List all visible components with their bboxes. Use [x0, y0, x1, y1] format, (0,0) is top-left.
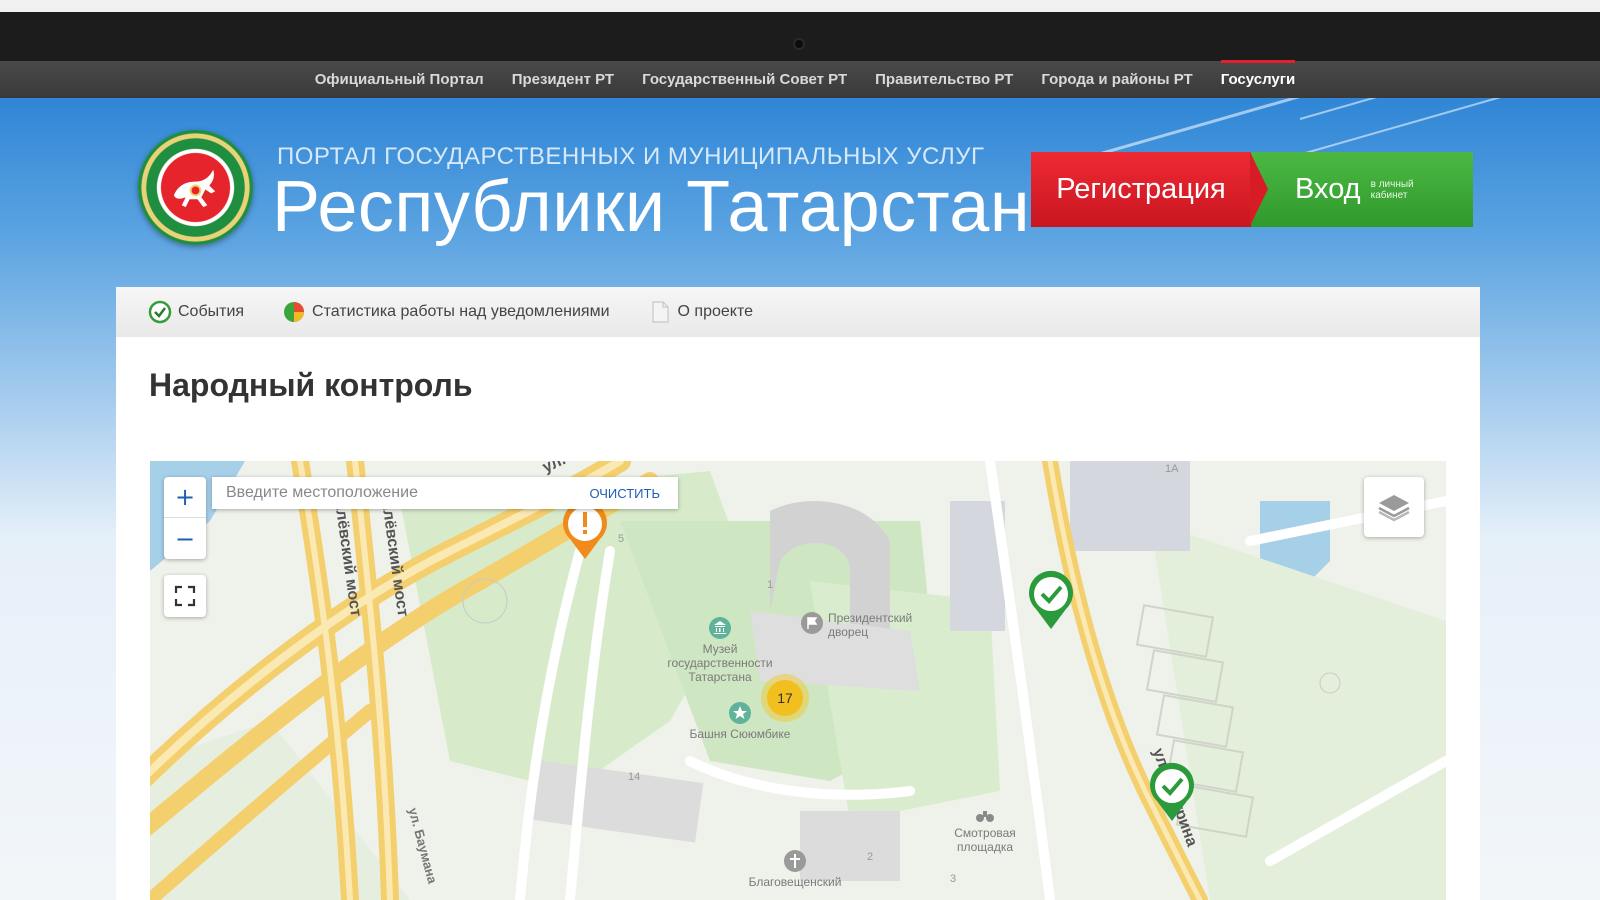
auth-buttons: Регистрация Вход в личный кабинет	[1031, 152, 1473, 227]
nav-cities-districts[interactable]: Города и районы РТ	[1041, 71, 1192, 88]
museum-icon	[709, 617, 731, 639]
binoculars-icon	[976, 811, 994, 822]
snow-leopard-icon	[173, 169, 216, 208]
building-number: 2	[867, 851, 874, 863]
nav-gosuslugi[interactable]: Госуслуги	[1220, 60, 1295, 88]
location-search-input[interactable]	[212, 484, 572, 502]
layers-icon	[1378, 495, 1410, 522]
top-navigation: Официальный Портал Президент РТ Государс…	[0, 60, 1600, 98]
login-label: Вход	[1295, 173, 1361, 205]
decorative-streak	[1299, 98, 1600, 120]
building-number: 1	[767, 579, 774, 591]
page-title: Народный контроль	[149, 367, 473, 403]
nav-official-portal[interactable]: Официальный Портал	[315, 71, 484, 88]
login-sublabel: в личный кабинет	[1370, 178, 1414, 201]
fullscreen-icon	[174, 585, 196, 607]
tatarstan-emblem-logo[interactable]	[138, 130, 253, 245]
poi-viewpoint-label: Смотровая площадка	[940, 806, 1030, 854]
map-view[interactable]: Музей государственности Татарстана Прези…	[150, 461, 1446, 900]
tab-events-label: События	[178, 303, 245, 320]
building-number: 1А	[1165, 463, 1179, 475]
nav-state-council[interactable]: Государственный Совет РТ	[642, 71, 847, 88]
nav-president[interactable]: Президент РТ	[512, 71, 614, 88]
poi-church-text: Благовещенский	[748, 875, 842, 889]
flag-icon	[801, 612, 823, 634]
pie-chart-icon	[284, 302, 305, 322]
tab-statistics-label: Статистика работы над уведомлениями	[312, 303, 610, 320]
poi-tower-text: Башня Сююмбике	[689, 727, 791, 741]
screen-bezel-top	[0, 0, 1600, 12]
poi-palace-text: Президентский дворец	[828, 611, 913, 639]
star-icon	[729, 702, 751, 724]
webcam-icon	[793, 38, 805, 50]
fullscreen-button[interactable]	[164, 575, 206, 617]
location-search: очистить	[212, 477, 678, 509]
poi-palace-label: Президентский дворец	[800, 611, 940, 639]
document-icon	[651, 301, 669, 323]
layers-button[interactable]	[1364, 477, 1424, 537]
building-number: 3	[950, 873, 957, 885]
main-panel: События Статистика работы над уведомлени…	[116, 287, 1480, 900]
check-circle-icon	[148, 300, 172, 324]
poi-church-label: Благовещенский	[725, 849, 865, 889]
register-button[interactable]: Регистрация	[1031, 152, 1251, 227]
building-number: 14	[628, 771, 641, 783]
zoom-in-button[interactable]: +	[164, 477, 206, 518]
login-button[interactable]: Вход в личный кабинет	[1250, 152, 1473, 227]
zoom-out-button[interactable]: −	[164, 518, 206, 559]
tab-about[interactable]: О проекте	[648, 300, 753, 324]
tab-statistics[interactable]: Статистика работы над уведомлениями	[282, 300, 610, 324]
zoom-control: + −	[164, 477, 206, 559]
cluster-count: 17	[767, 680, 803, 716]
tab-events[interactable]: События	[148, 300, 244, 324]
poi-museum-text: Музей государственности Татарстана	[667, 642, 773, 684]
resolved-marker-icon[interactable]	[1024, 569, 1078, 631]
clear-search-button[interactable]: очистить	[571, 486, 678, 501]
building-number: 5	[618, 533, 625, 545]
resolved-marker-icon[interactable]	[1145, 761, 1199, 823]
section-tabs: События Статистика работы над уведомлени…	[116, 287, 1480, 337]
marker-cluster[interactable]: 17	[761, 674, 809, 722]
nav-government[interactable]: Правительство РТ	[875, 71, 1013, 88]
church-icon	[784, 850, 806, 872]
tab-about-label: О проекте	[677, 303, 754, 320]
poi-museum-label: Музей государственности Татарстана	[650, 616, 790, 684]
portal-title: Республики Татарстан	[272, 167, 1031, 247]
poi-viewpoint-text: Смотровая площадка	[954, 826, 1016, 854]
laptop-bezel	[0, 12, 1600, 61]
